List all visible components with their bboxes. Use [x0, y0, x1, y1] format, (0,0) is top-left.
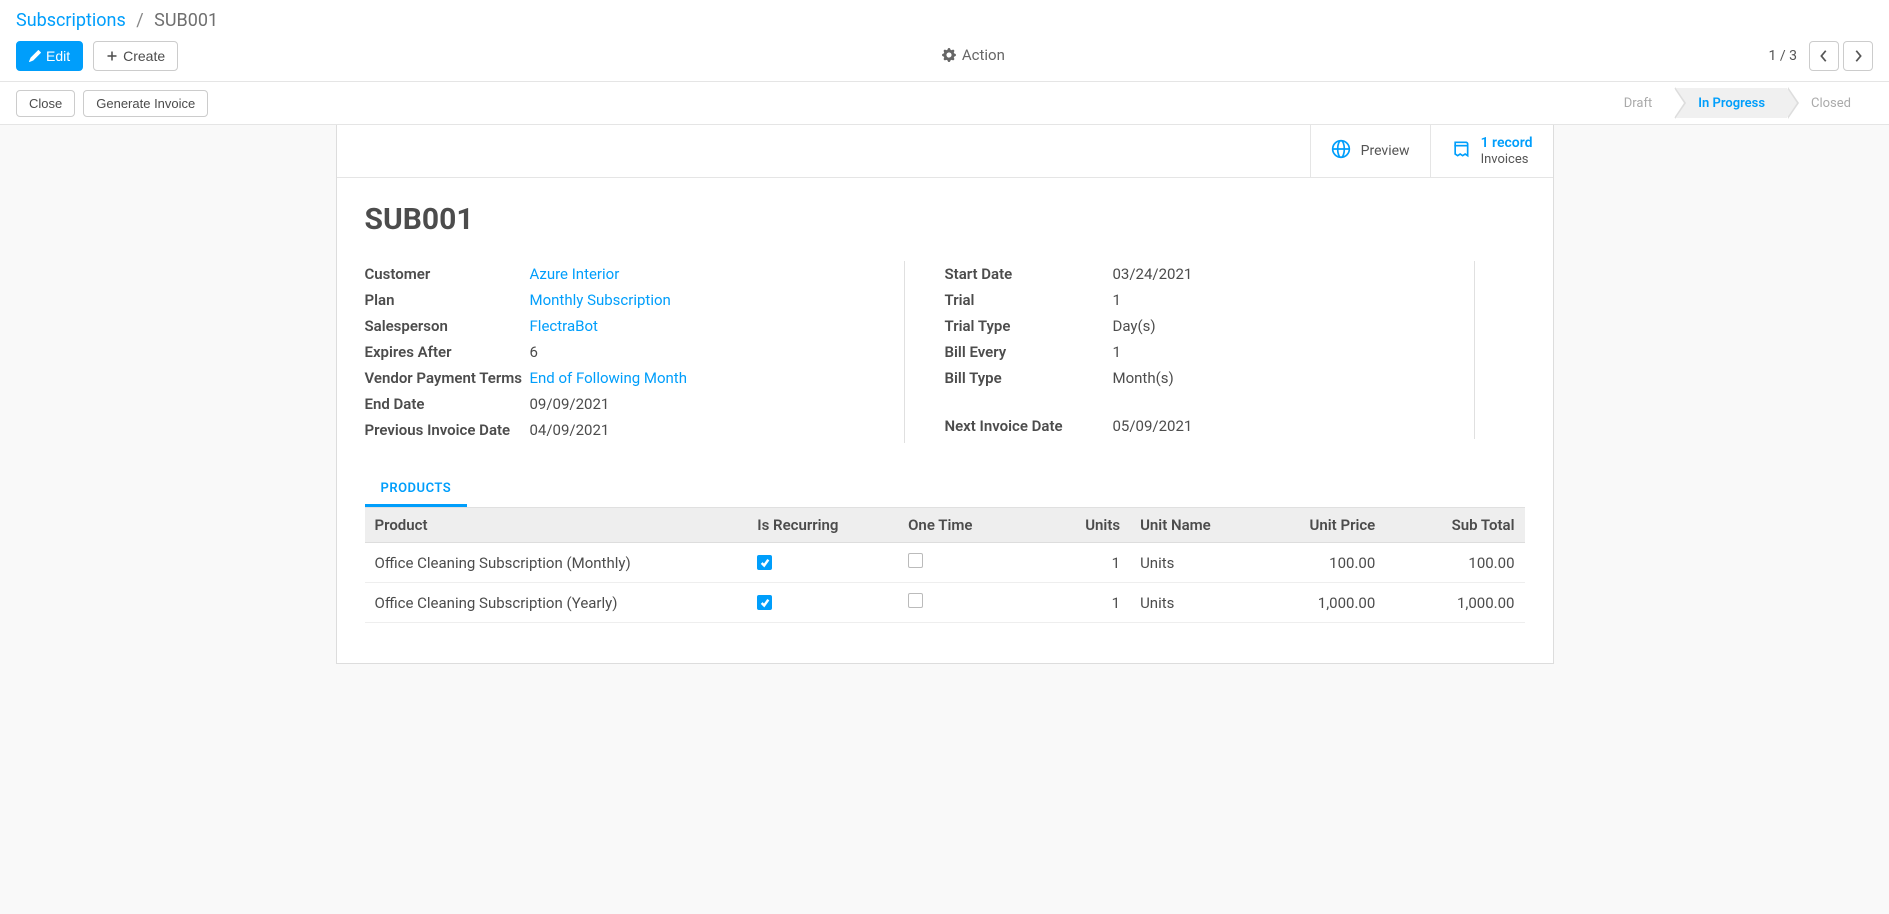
cell-onetime: [898, 543, 1037, 583]
field-grid: CustomerAzure Interior PlanMonthly Subsc…: [365, 261, 1525, 443]
cell-recurring: [747, 583, 898, 623]
book-icon: [1451, 139, 1471, 163]
globe-icon: [1331, 139, 1351, 163]
checkbox-checked-icon[interactable]: [757, 555, 772, 570]
generate-invoice-button[interactable]: Generate Invoice: [83, 90, 208, 117]
breadcrumb-root[interactable]: Subscriptions: [16, 10, 126, 31]
checkbox-unchecked-icon[interactable]: [908, 593, 923, 608]
salesperson-link[interactable]: FlectraBot: [530, 317, 598, 335]
cell-unitprice: 1,000.00: [1246, 583, 1385, 623]
table-row[interactable]: Office Cleaning Subscription (Monthly) 1U…: [365, 543, 1525, 583]
prevdate-value: 04/09/2021: [530, 421, 610, 439]
th-unitname: Unit Name: [1130, 508, 1246, 543]
cell-unitname: Units: [1130, 583, 1246, 623]
expires-value: 6: [530, 343, 538, 361]
top-bar: Subscriptions / SUB001 Edit Create Actio…: [0, 0, 1889, 81]
preview-button[interactable]: Preview: [1310, 125, 1430, 177]
prevdate-label: Previous Invoice Date: [365, 421, 530, 439]
th-onetime: One Time: [898, 508, 1037, 543]
th-units: Units: [1037, 508, 1130, 543]
pencil-icon: [29, 50, 41, 62]
trial-label: Trial: [945, 291, 1113, 309]
salesperson-label: Salesperson: [365, 317, 530, 335]
table-header-row: Product Is Recurring One Time Units Unit…: [365, 508, 1525, 543]
close-button[interactable]: Close: [16, 90, 75, 117]
status-draft[interactable]: Draft: [1600, 88, 1675, 118]
chevron-left-icon: [1819, 49, 1829, 63]
create-label: Create: [123, 48, 165, 64]
invoices-count: 1 record: [1481, 135, 1533, 152]
trialtype-value: Day(s): [1113, 317, 1156, 335]
breadcrumb-current: SUB001: [154, 10, 218, 31]
start-value: 03/24/2021: [1113, 265, 1193, 283]
cell-product: Office Cleaning Subscription (Yearly): [365, 583, 748, 623]
status-in-progress[interactable]: In Progress: [1674, 88, 1787, 118]
plan-label: Plan: [365, 291, 530, 309]
terms-link[interactable]: End of Following Month: [530, 369, 687, 387]
enddate-value: 09/09/2021: [530, 395, 610, 413]
tab-products[interactable]: PRODUCTS: [365, 473, 468, 507]
billtype-label: Bill Type: [945, 369, 1113, 387]
action-dropdown[interactable]: Action: [942, 46, 1005, 64]
th-unitprice: Unit Price: [1246, 508, 1385, 543]
th-subtotal: Sub Total: [1385, 508, 1524, 543]
status-flow: Draft In Progress Closed: [1600, 88, 1873, 118]
trialtype-label: Trial Type: [945, 317, 1113, 335]
billevery-label: Bill Every: [945, 343, 1113, 361]
invoices-label: Invoices: [1481, 152, 1533, 168]
pager-prev-button[interactable]: [1809, 41, 1839, 71]
pager-nav: [1809, 41, 1873, 71]
cell-onetime: [898, 583, 1037, 623]
terms-label: Vendor Payment Terms: [365, 369, 530, 387]
preview-label: Preview: [1361, 143, 1410, 159]
customer-label: Customer: [365, 265, 530, 283]
billevery-value: 1: [1113, 343, 1121, 361]
enddate-label: End Date: [365, 395, 530, 413]
breadcrumb-sep: /: [136, 10, 143, 31]
checkbox-checked-icon[interactable]: [757, 595, 772, 610]
checkbox-unchecked-icon[interactable]: [908, 553, 923, 568]
cell-units: 1: [1037, 543, 1130, 583]
create-button[interactable]: Create: [93, 41, 178, 71]
edit-button[interactable]: Edit: [16, 41, 83, 71]
nextdate-value: 05/09/2021: [1113, 417, 1193, 435]
gear-icon: [942, 48, 956, 62]
cell-product: Office Cleaning Subscription (Monthly): [365, 543, 748, 583]
trial-value: 1: [1113, 291, 1121, 309]
statusbar: Close Generate Invoice Draft In Progress…: [0, 81, 1889, 125]
status-closed[interactable]: Closed: [1787, 88, 1873, 118]
products-table: Product Is Recurring One Time Units Unit…: [365, 508, 1525, 623]
invoices-button[interactable]: 1 record Invoices: [1430, 125, 1553, 177]
record-title: SUB001: [365, 202, 1525, 237]
start-label: Start Date: [945, 265, 1113, 283]
chevron-right-icon: [1853, 49, 1863, 63]
nextdate-label: Next Invoice Date: [945, 417, 1113, 435]
billtype-value: Month(s): [1113, 369, 1174, 387]
tabs: PRODUCTS: [365, 473, 1525, 508]
form-sheet: Preview 1 record Invoices SUB001 Custome…: [336, 125, 1554, 664]
th-product: Product: [365, 508, 748, 543]
customer-link[interactable]: Azure Interior: [530, 265, 620, 283]
plus-icon: [106, 50, 118, 62]
th-recurring: Is Recurring: [747, 508, 898, 543]
cell-unitprice: 100.00: [1246, 543, 1385, 583]
pager-count[interactable]: 1 / 3: [1769, 48, 1797, 64]
table-row[interactable]: Office Cleaning Subscription (Yearly) 1Un…: [365, 583, 1525, 623]
cell-subtotal: 1,000.00: [1385, 583, 1524, 623]
cell-units: 1: [1037, 583, 1130, 623]
sheet-button-box: Preview 1 record Invoices: [337, 125, 1553, 178]
edit-label: Edit: [46, 48, 70, 64]
cell-unitname: Units: [1130, 543, 1246, 583]
expires-label: Expires After: [365, 343, 530, 361]
breadcrumb: Subscriptions / SUB001: [16, 10, 1873, 31]
cell-recurring: [747, 543, 898, 583]
toolbar: Edit Create Action 1 / 3: [16, 41, 1873, 71]
cell-subtotal: 100.00: [1385, 543, 1524, 583]
action-label: Action: [962, 46, 1005, 64]
pager-next-button[interactable]: [1843, 41, 1873, 71]
plan-link[interactable]: Monthly Subscription: [530, 291, 671, 309]
